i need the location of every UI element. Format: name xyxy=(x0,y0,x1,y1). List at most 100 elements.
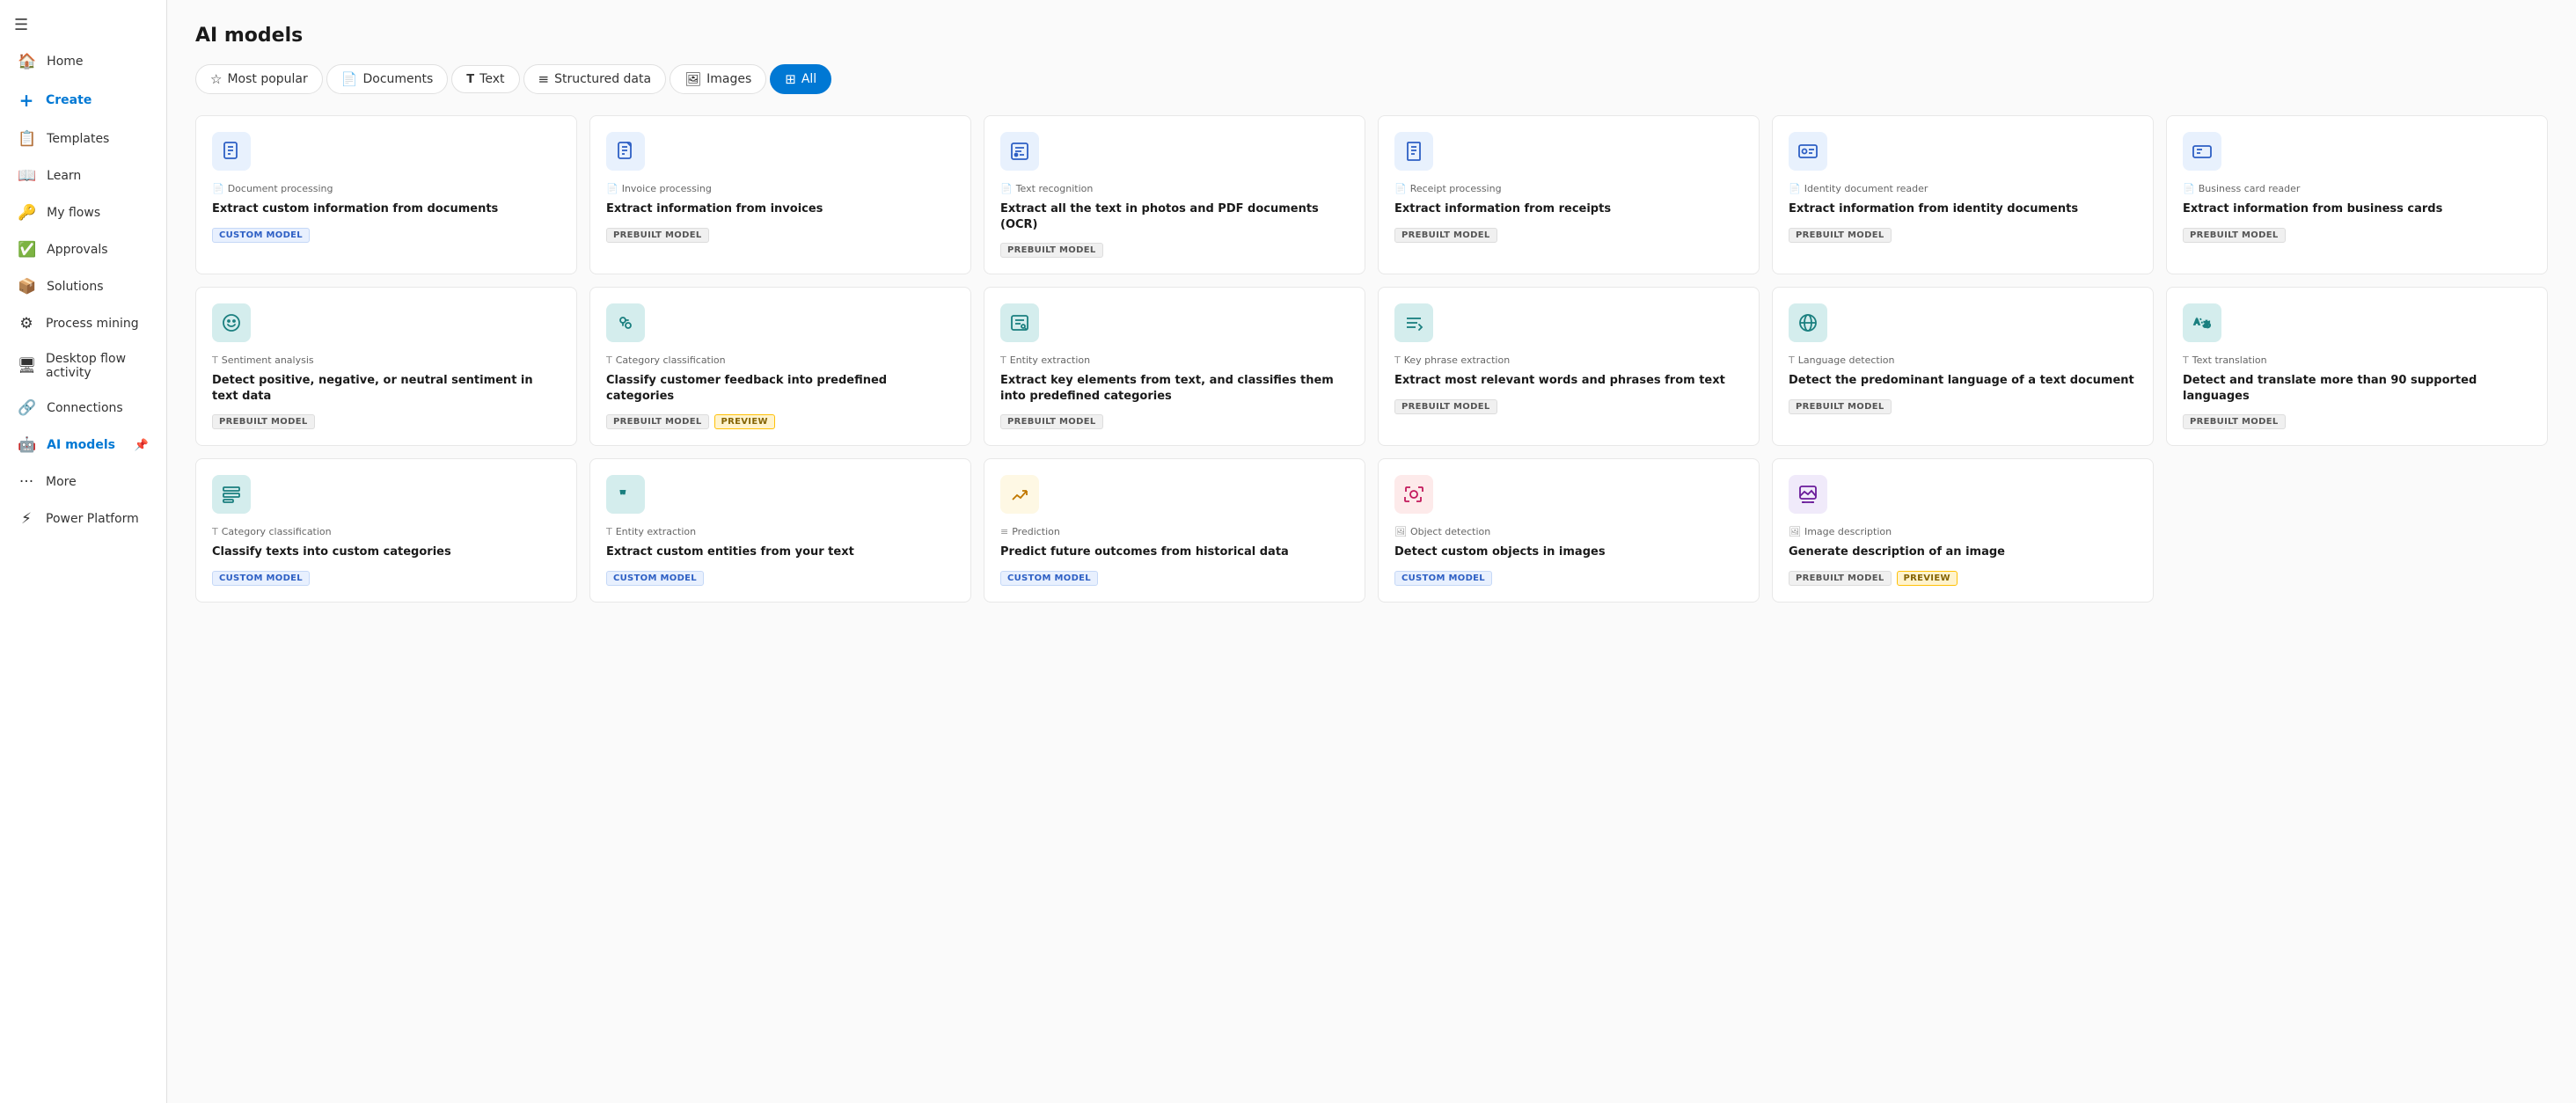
hamburger-button[interactable]: ☰ xyxy=(0,7,166,43)
sidebar: ☰ 🏠 Home + Create 📋 Templates 📖 Learn 🔑 … xyxy=(0,0,167,1103)
category-icon: T xyxy=(1000,354,1006,366)
card-category-classification-custom[interactable]: T Category classification Classify texts… xyxy=(195,458,577,603)
badges-row: PREBUILT MODEL xyxy=(1789,224,2137,243)
badge-prebuilt: PREBUILT MODEL xyxy=(1789,399,1892,414)
badge-preview: PREVIEW xyxy=(714,414,775,429)
badge-prebuilt: PREBUILT MODEL xyxy=(606,414,709,429)
card-icon-wrap xyxy=(1789,132,1827,171)
sidebar-item-my-flows[interactable]: 🔑 My flows xyxy=(4,195,163,230)
card-image-description[interactable]: 🖼 Image description Generate description… xyxy=(1772,458,2154,603)
card-icon-wrap: " xyxy=(606,475,645,514)
sidebar-item-process-mining[interactable]: ⚙ Process mining xyxy=(4,306,163,341)
card-title: Extract custom information from document… xyxy=(212,201,560,217)
sidebar-item-templates[interactable]: 📋 Templates xyxy=(4,121,163,157)
filter-tab-text[interactable]: T Text xyxy=(451,65,519,93)
card-icon-wrap xyxy=(212,475,251,514)
sidebar-item-approvals[interactable]: ✅ Approvals xyxy=(4,232,163,267)
badge-prebuilt: PREBUILT MODEL xyxy=(1000,414,1103,429)
card-object-detection[interactable]: 🖼 Object detection Detect custom objects… xyxy=(1378,458,1760,603)
badge-prebuilt: PREBUILT MODEL xyxy=(1394,228,1497,243)
badge-custom: CUSTOM MODEL xyxy=(1000,571,1098,586)
badges-row: CUSTOM MODEL xyxy=(212,567,560,586)
card-title: Extract information from invoices xyxy=(606,201,955,217)
solutions-icon: 📦 xyxy=(18,278,36,296)
card-category-classification[interactable]: T Category classification Classify custo… xyxy=(589,287,971,446)
card-biz-card-reader[interactable]: 📄 Business card reader Extract informati… xyxy=(2166,115,2548,274)
card-text-translation[interactable]: Aあ T Text translation Detect and transla… xyxy=(2166,287,2548,446)
filter-tab-structured-data[interactable]: ≡ Structured data xyxy=(523,64,667,94)
card-title: Detect the predominant language of a tex… xyxy=(1789,373,2137,389)
category-icon: T xyxy=(212,526,218,537)
sidebar-item-connections[interactable]: 🔗 Connections xyxy=(4,391,163,426)
filter-tab-documents[interactable]: 📄 Documents xyxy=(326,64,449,94)
badge-prebuilt: PREBUILT MODEL xyxy=(1000,243,1103,258)
card-icon-wrap xyxy=(606,132,645,171)
card-category: 📄 Text recognition xyxy=(1000,183,1349,194)
filter-tab-label: Text xyxy=(479,72,504,86)
sidebar-item-label: Desktop flow activity xyxy=(46,352,149,380)
card-title: Extract most relevant words and phrases … xyxy=(1394,373,1743,389)
category-icon: 📄 xyxy=(1000,183,1013,194)
badges-row: PREBUILT MODEL xyxy=(606,224,955,243)
sidebar-item-home[interactable]: 🏠 Home xyxy=(4,44,163,79)
text-icon: T xyxy=(466,73,474,86)
sidebar-item-label: Templates xyxy=(47,132,109,146)
filter-tab-label: Most popular xyxy=(227,72,307,86)
filter-tab-most-popular[interactable]: ☆ Most popular xyxy=(195,64,323,94)
card-language-detection[interactable]: T Language detection Detect the predomin… xyxy=(1772,287,2154,446)
card-identity-doc-reader[interactable]: 📄 Identity document reader Extract infor… xyxy=(1772,115,2154,274)
cards-grid: 📄 Document processing Extract custom inf… xyxy=(195,115,2548,603)
filter-tab-all[interactable]: ⊞ All xyxy=(770,64,831,94)
badges-row: PREBUILT MODEL xyxy=(2183,411,2531,429)
card-doc-processing[interactable]: 📄 Document processing Extract custom inf… xyxy=(195,115,577,274)
sidebar-item-learn[interactable]: 📖 Learn xyxy=(4,158,163,194)
sidebar-item-label: Learn xyxy=(47,169,81,183)
sidebar-item-label: Process mining xyxy=(46,317,139,331)
card-receipt-processing[interactable]: 📄 Receipt processing Extract information… xyxy=(1378,115,1760,274)
card-icon-wrap xyxy=(1789,303,1827,342)
badge-prebuilt: PREBUILT MODEL xyxy=(2183,414,2286,429)
card-prediction[interactable]: ≡ Prediction Predict future outcomes fro… xyxy=(984,458,1365,603)
badge-custom: CUSTOM MODEL xyxy=(212,571,310,586)
sidebar-item-label: Solutions xyxy=(47,280,103,294)
filter-tab-images[interactable]: 🖼 Images xyxy=(670,64,766,94)
card-category: 🖼 Image description xyxy=(1789,526,2137,537)
filter-tab-label: Structured data xyxy=(554,72,651,86)
sidebar-item-desktop-flow[interactable]: 🖥 Desktop flow activity xyxy=(4,343,163,389)
card-title: Detect positive, negative, or neutral se… xyxy=(212,373,560,404)
category-icon: T xyxy=(606,526,612,537)
card-key-phrase-extraction[interactable]: T Key phrase extraction Extract most rel… xyxy=(1378,287,1760,446)
card-title: Extract information from business cards xyxy=(2183,201,2531,217)
sidebar-item-label: Connections xyxy=(47,401,123,415)
card-text-recognition[interactable]: 📄 Text recognition Extract all the text … xyxy=(984,115,1365,274)
card-title: Extract all the text in photos and PDF d… xyxy=(1000,201,1349,232)
sidebar-item-power-platform[interactable]: ⚡ Power Platform xyxy=(4,501,163,537)
sidebar-item-more[interactable]: ··· More xyxy=(4,464,163,500)
power-platform-icon: ⚡ xyxy=(18,510,35,528)
badges-row: PREBUILT MODELPREVIEW xyxy=(1789,567,2137,586)
card-invoice-processing[interactable]: 📄 Invoice processing Extract information… xyxy=(589,115,971,274)
ai-models-icon: 🤖 xyxy=(18,436,36,454)
category-icon: 📄 xyxy=(212,183,224,194)
card-category: T Category classification xyxy=(212,526,560,537)
filter-tab-label: Images xyxy=(706,72,751,86)
card-sentiment-analysis[interactable]: T Sentiment analysis Detect positive, ne… xyxy=(195,287,577,446)
card-entity-extraction-custom[interactable]: " T Entity extraction Extract custom ent… xyxy=(589,458,971,603)
badge-custom: CUSTOM MODEL xyxy=(212,228,310,243)
sidebar-item-create[interactable]: + Create xyxy=(4,81,163,120)
card-title: Extract key elements from text, and clas… xyxy=(1000,373,1349,404)
badge-custom: CUSTOM MODEL xyxy=(1394,571,1492,586)
card-category: 📄 Receipt processing xyxy=(1394,183,1743,194)
badge-prebuilt: PREBUILT MODEL xyxy=(1394,399,1497,414)
sidebar-item-ai-models[interactable]: 🤖 AI models 📌 xyxy=(4,427,163,463)
card-entity-extraction-prebuilt[interactable]: T Entity extraction Extract key elements… xyxy=(984,287,1365,446)
card-icon-wrap xyxy=(606,303,645,342)
svg-text:あ: あ xyxy=(2203,320,2211,329)
approvals-icon: ✅ xyxy=(18,241,36,259)
badge-preview: PREVIEW xyxy=(1897,571,1958,586)
category-label: Object detection xyxy=(1410,526,1490,537)
card-icon-wrap: Aあ xyxy=(2183,303,2221,342)
card-icon-wrap xyxy=(1394,475,1433,514)
svg-text:A: A xyxy=(2194,318,2199,326)
sidebar-item-solutions[interactable]: 📦 Solutions xyxy=(4,269,163,304)
